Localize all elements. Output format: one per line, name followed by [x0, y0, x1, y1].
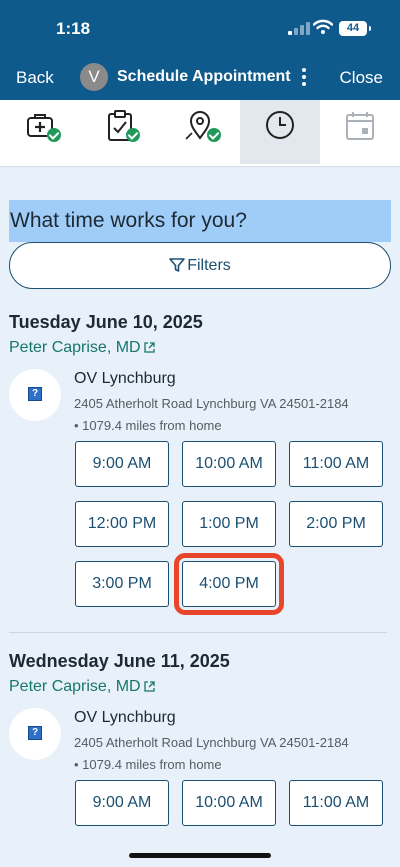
location-address: 2405 Atherholt Road Lynchburg VA 24501-2… — [74, 735, 349, 750]
time-slot-button[interactable]: 12:00 PM — [75, 501, 169, 547]
status-bar: 1:18 44 — [0, 0, 400, 56]
filters-button[interactable]: Filters — [9, 242, 391, 289]
avatar: V — [80, 63, 108, 91]
location-distance: • 1079.4 miles from home — [74, 757, 222, 772]
step-location[interactable] — [160, 100, 240, 164]
close-button[interactable]: Close — [340, 68, 383, 88]
completed-check-icon — [47, 128, 61, 142]
calendar-icon — [346, 112, 374, 140]
time-slot-button[interactable]: 9:00 AM — [75, 441, 169, 487]
time-slot-button[interactable]: 11:00 AM — [289, 441, 383, 487]
time-slot-button[interactable]: 10:00 AM — [182, 780, 276, 826]
cellular-signal-icon — [288, 22, 310, 35]
time-slot-button[interactable]: 2:00 PM — [289, 501, 383, 547]
provider-name: Peter Caprise, MD — [9, 678, 141, 695]
provider-name: Peter Caprise, MD — [9, 339, 141, 356]
filter-icon — [169, 258, 186, 272]
time-slot-button[interactable]: 11:00 AM — [289, 780, 383, 826]
step-medical[interactable] — [0, 100, 80, 164]
more-options-icon[interactable] — [300, 67, 308, 87]
location-name: OV Lynchburg — [74, 370, 176, 387]
wifi-icon — [313, 19, 333, 34]
location-icon: ? — [9, 708, 61, 760]
time-slot-button[interactable]: 9:00 AM — [75, 780, 169, 826]
divider — [9, 632, 387, 633]
step-calendar — [320, 100, 400, 164]
completed-check-icon — [207, 128, 221, 142]
step-clipboard[interactable] — [80, 100, 160, 164]
provider-link[interactable]: Peter Caprise, MD — [9, 678, 155, 696]
time-slot-button[interactable]: 10:00 AM — [182, 441, 276, 487]
page-title: Schedule Appointment — [117, 68, 291, 85]
location-distance: • 1079.4 miles from home — [74, 418, 222, 433]
step-time[interactable] — [240, 100, 320, 164]
nav-bar: Back V Schedule Appointment Close — [0, 56, 400, 100]
day-title: Tuesday June 10, 2025 — [9, 312, 203, 332]
back-button[interactable]: Back — [16, 68, 54, 88]
filters-label: Filters — [187, 257, 231, 274]
status-time: 1:18 — [56, 19, 91, 38]
location-address: 2405 Atherholt Road Lynchburg VA 24501-2… — [74, 396, 349, 411]
time-slot-button[interactable]: 3:00 PM — [75, 561, 169, 607]
battery-icon: 44 — [339, 21, 371, 36]
external-link-icon — [143, 681, 155, 692]
completed-check-icon — [126, 128, 140, 142]
external-link-icon — [143, 342, 155, 353]
location-icon: ? — [9, 369, 61, 421]
clock-icon — [266, 111, 294, 139]
provider-link[interactable]: Peter Caprise, MD — [9, 339, 155, 357]
step-indicator — [0, 100, 400, 167]
time-slot-button[interactable]: 1:00 PM — [182, 501, 276, 547]
home-indicator[interactable] — [129, 853, 271, 858]
time-slot-button-highlighted[interactable]: 4:00 PM — [174, 553, 284, 615]
day-title: Wednesday June 11, 2025 — [9, 651, 230, 671]
location-name: OV Lynchburg — [74, 709, 176, 726]
section-heading: What time works for you? — [9, 200, 391, 242]
